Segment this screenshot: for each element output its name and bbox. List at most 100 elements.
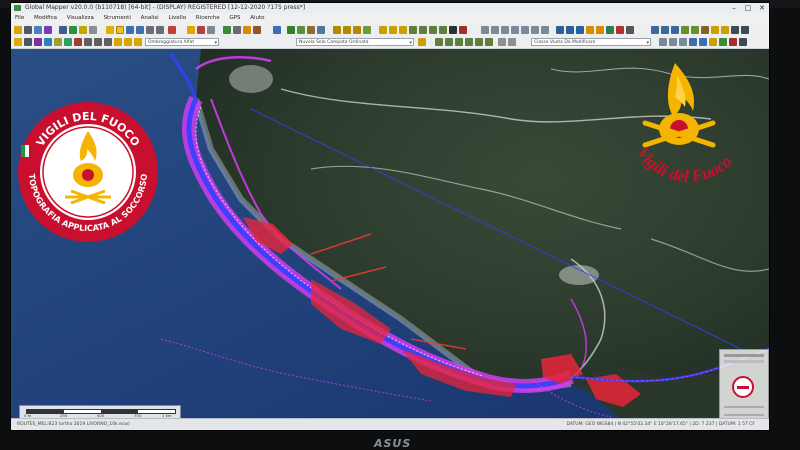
draw-text-icon[interactable] — [465, 38, 473, 46]
star-icon[interactable] — [54, 38, 62, 46]
menu-aiuto[interactable]: Aiuto — [246, 13, 268, 24]
open-folder-icon[interactable] — [14, 26, 22, 34]
zoom-box-icon[interactable] — [94, 38, 102, 46]
layers-icon[interactable] — [34, 38, 42, 46]
bookmark-2-icon[interactable] — [124, 38, 132, 46]
layer-icon[interactable] — [69, 26, 77, 34]
map-view[interactable]: VIGILI DEL FUOCO TOPOGRAFIA APPLICATA AL… — [11, 49, 769, 418]
line-tool-3-icon[interactable] — [429, 26, 437, 34]
tree-icon[interactable] — [681, 26, 689, 34]
cancel-icon[interactable] — [459, 26, 467, 34]
overlay-icon[interactable] — [79, 26, 87, 34]
line-tool-2-icon[interactable] — [419, 26, 427, 34]
move-icon[interactable] — [481, 26, 489, 34]
scale-icon[interactable] — [511, 26, 519, 34]
bookmark-icon[interactable] — [114, 38, 122, 46]
attr-3-icon[interactable] — [679, 38, 687, 46]
layer-combo[interactable]: Nuvola Sola Campata Ordinata ▾ — [296, 38, 414, 46]
edit-pencil-icon[interactable] — [187, 26, 195, 34]
attr-2-icon[interactable] — [669, 38, 677, 46]
globe-icon[interactable] — [34, 26, 42, 34]
projection-combo[interactable]: Ombreggiatura Alfat ▾ — [145, 38, 219, 46]
record-icon[interactable] — [616, 26, 624, 34]
export-icon[interactable] — [671, 26, 679, 34]
snap-icon[interactable] — [586, 26, 594, 34]
zoom-in-icon[interactable] — [126, 26, 134, 34]
print-icon[interactable] — [44, 26, 52, 34]
pan-hand-icon[interactable] — [116, 26, 124, 34]
measure-icon[interactable] — [168, 26, 176, 34]
volume-icon[interactable] — [363, 26, 371, 34]
back-icon[interactable] — [146, 26, 154, 34]
menu-analisi[interactable]: Analisi — [137, 13, 163, 24]
delete-icon[interactable] — [197, 26, 205, 34]
settings-icon[interactable] — [626, 26, 634, 34]
path-profile-icon[interactable] — [243, 26, 251, 34]
menu-strumenti[interactable]: Strumenti — [100, 13, 135, 24]
digitize-2-icon[interactable] — [566, 26, 574, 34]
gps-icon[interactable] — [606, 26, 614, 34]
slope-icon[interactable] — [307, 26, 315, 34]
area-tool-2-icon[interactable] — [389, 26, 397, 34]
copy-icon[interactable] — [207, 26, 215, 34]
digitize-icon[interactable] — [556, 26, 564, 34]
map-icon[interactable] — [44, 38, 52, 46]
list-2-icon[interactable] — [741, 26, 749, 34]
close-button[interactable]: ✕ — [755, 3, 769, 13]
hand-icon[interactable] — [84, 38, 92, 46]
building-icon[interactable] — [701, 26, 709, 34]
flag-icon[interactable] — [711, 26, 719, 34]
check-icon[interactable] — [719, 38, 727, 46]
menu-file[interactable]: File — [11, 13, 28, 24]
digitize-3-icon[interactable] — [576, 26, 584, 34]
snap-2-icon[interactable] — [596, 26, 604, 34]
tree-2-icon[interactable] — [691, 26, 699, 34]
menu-livello[interactable]: Livello — [164, 13, 190, 24]
move-2-icon[interactable] — [491, 26, 499, 34]
pin-2-icon[interactable] — [699, 38, 707, 46]
rotate-icon[interactable] — [501, 26, 509, 34]
draw-circle-icon[interactable] — [485, 38, 493, 46]
grid-select-icon[interactable] — [449, 26, 457, 34]
more-icon[interactable] — [739, 38, 747, 46]
triangle-tool-icon[interactable] — [333, 26, 341, 34]
x-icon[interactable] — [729, 38, 737, 46]
disk-icon[interactable] — [24, 38, 32, 46]
slash-tool-2-icon[interactable] — [508, 38, 516, 46]
save-icon[interactable] — [24, 26, 32, 34]
zoom-out-icon[interactable] — [136, 26, 144, 34]
config-icon[interactable] — [59, 26, 67, 34]
filter-icon[interactable] — [709, 38, 717, 46]
star-tool-icon[interactable] — [418, 38, 426, 46]
menu-visualizza[interactable]: Visualizza — [63, 13, 98, 24]
point-tool-icon[interactable] — [439, 26, 447, 34]
draw-line-icon[interactable] — [435, 38, 443, 46]
attr-icon[interactable] — [659, 38, 667, 46]
info-icon[interactable] — [233, 26, 241, 34]
folder-icon[interactable] — [14, 38, 22, 46]
draw-point-icon[interactable] — [455, 38, 463, 46]
shader-icon[interactable] — [273, 26, 281, 34]
forward-icon[interactable] — [156, 26, 164, 34]
menu-modifica[interactable]: Modifica — [30, 13, 61, 24]
bookmark-3-icon[interactable] — [134, 38, 142, 46]
refresh-icon[interactable] — [64, 38, 72, 46]
triangle-tool-2-icon[interactable] — [343, 26, 351, 34]
elevation-icon[interactable] — [287, 26, 295, 34]
split-icon[interactable] — [521, 26, 529, 34]
3d-view-icon[interactable] — [223, 26, 231, 34]
mountain-icon[interactable] — [651, 26, 659, 34]
vertex-icon[interactable] — [541, 26, 549, 34]
feature-class-combo[interactable]: Classe Vuota Da Modificare ▾ — [531, 38, 651, 46]
menu-gps[interactable]: GPS — [225, 13, 244, 24]
slash-tool-icon[interactable] — [498, 38, 506, 46]
list-icon[interactable] — [731, 26, 739, 34]
pointer-icon[interactable] — [106, 26, 114, 34]
grid-icon[interactable] — [89, 26, 97, 34]
view-shed-icon[interactable] — [317, 26, 325, 34]
area-tool-3-icon[interactable] — [399, 26, 407, 34]
flag-2-icon[interactable] — [721, 26, 729, 34]
full-view-icon[interactable] — [104, 38, 112, 46]
pin-icon[interactable] — [689, 38, 697, 46]
area-tool-icon[interactable] — [379, 26, 387, 34]
